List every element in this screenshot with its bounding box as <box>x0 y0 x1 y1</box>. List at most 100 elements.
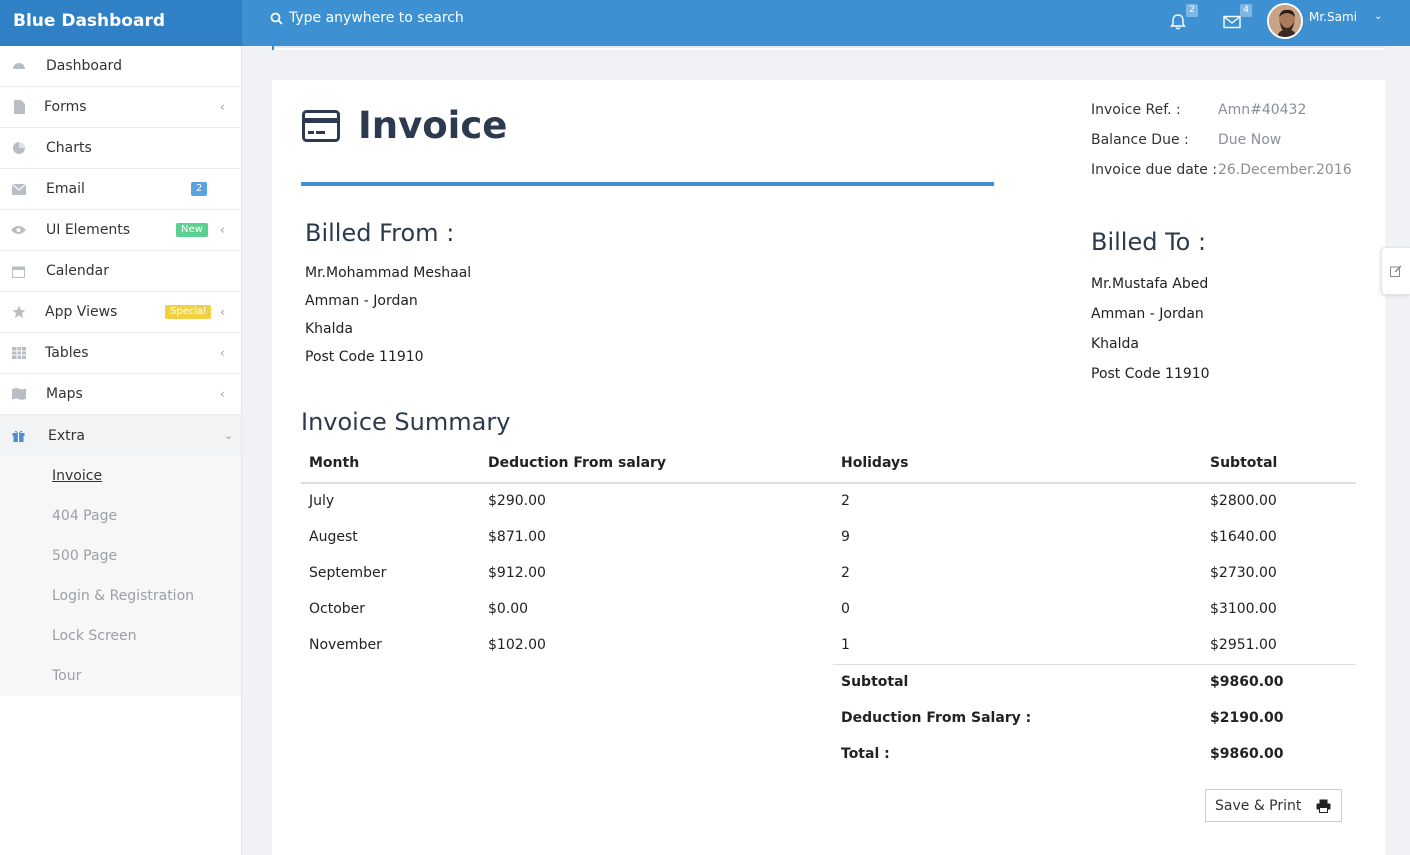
chevron-down-icon[interactable]: ⌄ <box>1374 11 1382 22</box>
sidebar-item-label: Dashboard <box>46 58 122 74</box>
billed-to-line: Amman - Jordan <box>1091 306 1204 322</box>
sidebar-item-label: App Views <box>45 304 118 320</box>
totals-divider <box>833 664 1356 665</box>
table-cell: $2730.00 <box>1210 565 1277 581</box>
pie-chart-icon <box>11 141 26 156</box>
sidebar-item-tables[interactable]: Tables ‹ <box>0 333 241 374</box>
sidebar-item-email[interactable]: Email 2 <box>0 169 241 210</box>
table-cell: July <box>309 493 335 509</box>
balance-due-label: Balance Due : <box>1091 132 1189 148</box>
chevron-left-icon: ‹ <box>220 387 225 401</box>
chevron-left-icon: ‹ <box>220 100 225 114</box>
credit-card-icon <box>302 109 340 142</box>
invoice-title: Invoice <box>358 104 508 147</box>
submenu-item-login-registration[interactable]: Login & Registration <box>0 576 241 616</box>
sidebar-item-label: UI Elements <box>46 222 131 238</box>
header-divider <box>301 482 1356 484</box>
table-cell: $1640.00 <box>1210 529 1277 545</box>
sidebar-item-calendar[interactable]: Calendar <box>0 251 241 292</box>
notifications-button[interactable]: 2 <box>1168 4 1198 34</box>
special-badge: Special <box>165 305 212 319</box>
column-header: Holidays <box>841 455 909 471</box>
messages-button[interactable]: 4 <box>1222 4 1252 34</box>
sidebar-item-label: Calendar <box>46 263 109 279</box>
balance-due-value: Due Now <box>1218 132 1282 148</box>
column-header: Deduction From salary <box>488 455 667 471</box>
submenu-item-lock-screen[interactable]: Lock Screen <box>0 616 241 656</box>
billed-from-heading: Billed From : <box>305 219 455 247</box>
billed-from-line: Post Code 11910 <box>305 349 424 365</box>
column-header: Subtotal <box>1210 455 1278 471</box>
table-cell: 2 <box>841 493 850 509</box>
submenu-item-404-page[interactable]: 404 Page <box>0 496 241 536</box>
chevron-left-icon: ‹ <box>220 346 225 360</box>
table-cell: $871.00 <box>488 529 546 545</box>
save-print-label: Save & Print <box>1215 797 1302 814</box>
brand-logo[interactable]: Blue Dashboard <box>0 0 242 46</box>
page-title: Invoice <box>302 104 507 147</box>
due-date-label: Invoice due date : <box>1091 162 1218 178</box>
invoice-panel: Invoice Invoice Ref. : Amn#40432 Balance… <box>272 80 1385 855</box>
submenu-item-500-page[interactable]: 500 Page <box>0 536 241 576</box>
table-cell: $912.00 <box>488 565 546 581</box>
submenu-item-invoice[interactable]: Invoice <box>0 456 241 496</box>
deduction-label: Deduction From Salary : <box>841 710 1032 726</box>
map-icon <box>11 387 26 402</box>
table-cell: $2800.00 <box>1210 493 1277 509</box>
total-value: $9860.00 <box>1210 746 1284 762</box>
sidebar: Dashboard Forms ‹ Charts Email 2 UI Elem… <box>0 46 242 855</box>
billed-from-line: Mr.Mohammad Meshaal <box>305 265 472 281</box>
invoice-ref-label: Invoice Ref. : <box>1091 102 1181 118</box>
sidebar-item-label: Charts <box>46 140 92 156</box>
settings-side-tab[interactable] <box>1381 247 1410 295</box>
content-top-strip <box>272 46 1385 50</box>
billed-to-heading: Billed To : <box>1091 228 1207 256</box>
printer-icon <box>1316 799 1331 813</box>
search-box[interactable]: Type anywhere to search <box>270 10 464 26</box>
avatar[interactable] <box>1267 3 1303 39</box>
sidebar-item-extra[interactable]: Extra ⌄ <box>0 415 241 456</box>
envelope-icon <box>1223 15 1241 29</box>
calendar-icon <box>11 264 26 279</box>
table-cell: $3100.00 <box>1210 601 1277 617</box>
sidebar-item-label: Tables <box>45 345 89 361</box>
notifications-count: 2 <box>1186 4 1198 17</box>
sidebar-item-maps[interactable]: Maps ‹ <box>0 374 241 415</box>
sidebar-item-dashboard[interactable]: Dashboard <box>0 46 241 87</box>
title-divider <box>301 182 994 186</box>
table-cell: $290.00 <box>488 493 546 509</box>
chevron-left-icon: ‹ <box>220 223 225 237</box>
file-icon <box>11 100 26 115</box>
table-cell: $102.00 <box>488 637 546 653</box>
sidebar-item-ui-elements[interactable]: UI Elements New ‹ <box>0 210 241 251</box>
chevron-left-icon: ‹ <box>220 305 225 319</box>
save-print-button[interactable]: Save & Print <box>1205 789 1342 822</box>
new-badge: New <box>176 223 208 237</box>
table-cell: 9 <box>841 529 850 545</box>
sidebar-item-charts[interactable]: Charts <box>0 128 241 169</box>
table-cell: October <box>309 601 366 617</box>
sidebar-item-app-views[interactable]: App Views Special ‹ <box>0 292 241 333</box>
search-icon <box>270 12 283 25</box>
invoice-ref-value: Amn#40432 <box>1218 102 1307 118</box>
extra-submenu: Invoice 404 Page 500 Page Login & Regist… <box>0 456 241 696</box>
billed-from-line: Amman - Jordan <box>305 293 418 309</box>
total-label: Total : <box>841 746 890 762</box>
chevron-down-icon: ⌄ <box>224 429 234 442</box>
gift-icon <box>11 428 26 443</box>
bell-icon <box>1170 14 1186 30</box>
billed-from-line: Khalda <box>305 321 353 337</box>
table-cell: 1 <box>841 637 850 653</box>
eye-icon <box>11 223 26 238</box>
sidebar-item-label: Email <box>46 181 85 197</box>
sidebar-item-forms[interactable]: Forms ‹ <box>0 87 241 128</box>
submenu-item-tour[interactable]: Tour <box>0 656 241 696</box>
search-placeholder[interactable]: Type anywhere to search <box>289 10 464 26</box>
star-icon <box>11 305 26 320</box>
table-cell: November <box>309 637 382 653</box>
sidebar-item-label: Extra <box>48 427 85 444</box>
edit-icon <box>1390 265 1402 277</box>
sidebar-item-label: Forms <box>44 99 87 115</box>
summary-title: Invoice Summary <box>301 408 511 436</box>
user-name[interactable]: Mr.Sami <box>1309 10 1357 24</box>
